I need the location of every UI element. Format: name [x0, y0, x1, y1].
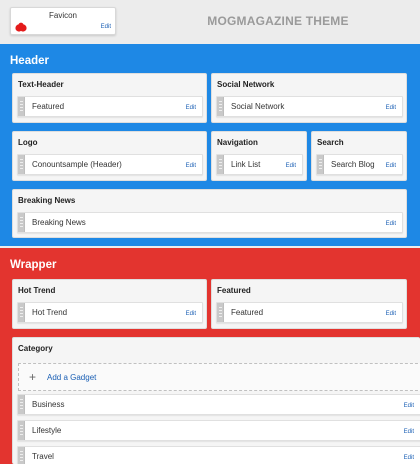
widget-travel[interactable]: Travel Edit [17, 446, 420, 464]
widget-hot-trend[interactable]: Hot Trend Edit [17, 302, 203, 323]
widget-search-blog[interactable]: Search Blog Edit [316, 154, 403, 175]
drag-handle[interactable] [217, 303, 224, 322]
edit-link[interactable]: Edit [386, 311, 396, 317]
widget-featured[interactable]: Featured Edit [216, 302, 403, 323]
widget-label: Search Blog [331, 160, 375, 169]
edit-link[interactable]: Edit [404, 403, 414, 409]
panel-title: Hot Trend [18, 286, 56, 295]
edit-link[interactable]: Edit [286, 163, 296, 169]
edit-link[interactable]: Edit [186, 163, 196, 169]
wrapper-section: Wrapper Hot Trend Hot Trend Edit Feature… [0, 248, 420, 464]
drag-handle[interactable] [317, 155, 324, 174]
favicon-title: Favicon [48, 11, 77, 20]
theme-title: MOGMAGAZINE THEME [207, 14, 349, 28]
widget-business[interactable]: Business Edit [17, 394, 420, 415]
drag-handle[interactable] [18, 303, 25, 322]
drag-handle[interactable] [18, 155, 25, 174]
panel-title: Breaking News [18, 196, 76, 205]
widget-label: Breaking News [32, 218, 86, 227]
panel-title: Navigation [217, 138, 258, 147]
header-section: Header Text-Header Featured Edit Social … [0, 44, 420, 246]
drag-handle[interactable] [217, 155, 224, 174]
edit-link[interactable]: Edit [404, 429, 414, 435]
widget-label: Business [32, 400, 65, 409]
wrapper-section-title: Wrapper [10, 259, 57, 271]
drag-handle[interactable] [18, 395, 25, 414]
text-header-panel: Text-Header Featured Edit [12, 73, 207, 123]
edit-link[interactable]: Edit [186, 311, 196, 317]
edit-link[interactable]: Edit [386, 105, 396, 111]
favicon-gadget: Favicon Edit [10, 7, 116, 35]
panel-title: Text-Header [18, 80, 64, 89]
panel-title: Search [317, 138, 344, 147]
drag-handle[interactable] [18, 97, 25, 116]
widget-label: Link List [231, 160, 261, 169]
edit-link[interactable]: Edit [404, 455, 414, 461]
search-panel: Search Search Blog Edit [311, 131, 407, 181]
drag-handle[interactable] [18, 213, 25, 232]
logo-panel: Logo Conountsample (Header) Edit [12, 131, 207, 181]
plus-icon: + [29, 370, 37, 384]
drag-handle[interactable] [217, 97, 224, 116]
edit-link[interactable]: Edit [186, 105, 196, 111]
widget-label: Featured [231, 308, 264, 317]
category-panel: Category + Add a Gadget Business Edit Li… [12, 337, 420, 464]
widget-label: Hot Trend [32, 308, 68, 317]
widget-label: Travel [32, 452, 54, 461]
edit-link[interactable]: Edit [386, 221, 396, 227]
featured-panel: Featured Featured Edit [211, 279, 407, 329]
navigation-panel: Navigation Link List Edit [211, 131, 307, 181]
drag-handle[interactable] [18, 421, 25, 440]
breaking-news-panel: Breaking News Breaking News Edit [12, 189, 407, 238]
widget-label: Conountsample (Header) [32, 160, 122, 169]
panel-title: Featured [217, 286, 251, 295]
widget-label: Featured [32, 102, 65, 111]
panel-title: Logo [18, 138, 38, 147]
widget-featured[interactable]: Featured Edit [17, 96, 203, 117]
hot-trend-panel: Hot Trend Hot Trend Edit [12, 279, 207, 329]
panel-title: Social Network [217, 80, 275, 89]
widget-breaking-news[interactable]: Breaking News Edit [17, 212, 403, 233]
widget-lifestyle[interactable]: Lifestyle Edit [17, 420, 420, 441]
widget-logo[interactable]: Conountsample (Header) Edit [17, 154, 203, 175]
social-network-panel: Social Network Social Network Edit [211, 73, 407, 123]
widget-social-network[interactable]: Social Network Edit [216, 96, 403, 117]
drag-handle[interactable] [18, 447, 25, 464]
edit-link[interactable]: Edit [386, 163, 396, 169]
favicon-edit-link[interactable]: Edit [101, 24, 111, 30]
header-section-title: Header [10, 55, 49, 67]
widget-link-list[interactable]: Link List Edit [216, 154, 303, 175]
add-gadget-area[interactable]: + Add a Gadget [18, 363, 420, 391]
panel-title: Category [18, 344, 53, 353]
widget-label: Social Network [231, 102, 285, 111]
add-gadget-link[interactable]: Add a Gadget [47, 373, 96, 382]
favicon-icon [15, 22, 27, 32]
widget-label: Lifestyle [32, 426, 62, 435]
